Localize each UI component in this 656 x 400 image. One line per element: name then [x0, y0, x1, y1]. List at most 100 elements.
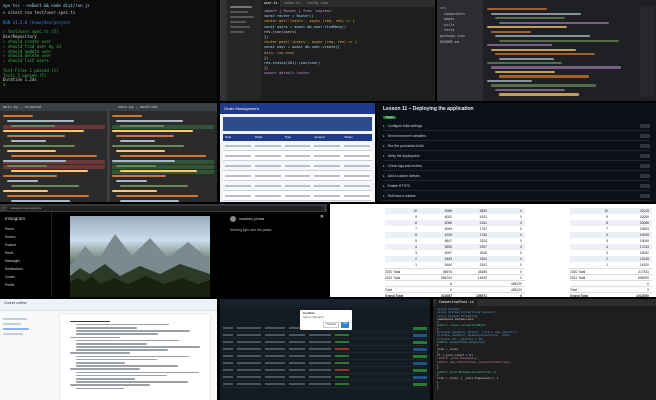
terminal-window: npx tsc --noEmit && node dist/run.js > v…	[0, 0, 217, 101]
app-logo: Instagram	[5, 216, 26, 221]
column-header[interactable]: Amount	[312, 134, 342, 141]
ide-window: src components pages utils tests package.json…	[437, 0, 656, 101]
post-sidebar: mountain_photos Morning light over the p…	[230, 216, 325, 232]
column-header[interactable]: Order	[253, 134, 283, 141]
nav-item-reels[interactable]: Reels	[5, 251, 46, 259]
explorer-panel	[227, 0, 261, 101]
table-row[interactable]	[223, 191, 372, 201]
lesson-action-button[interactable]	[640, 133, 650, 138]
lesson-title: Run the production build	[387, 143, 424, 148]
document-page[interactable]	[60, 314, 210, 400]
total-row: Grand Total 1012000	[570, 292, 652, 297]
table-cell: 0	[520, 263, 522, 267]
table-cell: 2020 Total	[570, 270, 586, 274]
table-cell: 0	[647, 282, 649, 286]
lesson-item[interactable]: ▸ Run the production build	[383, 141, 650, 152]
username[interactable]: mountain_photos	[239, 217, 264, 221]
minimap[interactable]	[640, 6, 654, 97]
close-icon[interactable]: ✕	[320, 214, 324, 221]
code-line: }	[437, 387, 439, 391]
lesson-action-button[interactable]	[640, 123, 650, 128]
nav-item-search[interactable]: Search	[5, 235, 46, 243]
code-area[interactable]: import { Router } from 'express' const ro…	[264, 9, 433, 99]
editor-tab[interactable]: user.ts	[261, 0, 281, 7]
table-cell: 2020 Total	[385, 270, 401, 274]
diff-header: main.py — original main.py — modified	[0, 103, 217, 111]
table-cell: 485120	[510, 282, 522, 286]
lesson-action-button[interactable]	[640, 153, 650, 158]
table-row[interactable]	[223, 181, 372, 191]
total-row: 2020 Total 217511	[570, 268, 652, 274]
ok-button[interactable]: OK	[340, 321, 349, 328]
terminal-command: npx tsc --noEmit && node dist/run.js	[3, 3, 90, 8]
nav-item-messages[interactable]: Messages	[5, 259, 46, 267]
file-tree-item[interactable]: README.md	[440, 40, 480, 46]
pivot-table-left: 10 5066 3653 0 9 6002 5151 0 8 4066 3161 0 7 5064 1757…	[385, 208, 525, 297]
editor-tab[interactable]: index.ts	[281, 0, 303, 7]
browser-toolbar: ‹ instagram.com/p/alpine	[0, 204, 327, 212]
lesson-item[interactable]: ▸ Roll back a release	[383, 191, 650, 202]
table-cell: 217511	[638, 270, 649, 274]
table-row[interactable]	[223, 161, 372, 171]
lesson-item[interactable]: ▸ Add a custom domain	[383, 171, 650, 182]
lesson-action-button[interactable]	[640, 143, 650, 148]
lesson-item[interactable]: ▸ Enable HTTPS	[383, 181, 650, 192]
table-row[interactable]	[223, 141, 372, 151]
lesson-action-button[interactable]	[640, 193, 650, 198]
address-bar[interactable]: instagram.com/p/alpine	[7, 205, 324, 211]
avatar[interactable]	[230, 216, 236, 222]
total-row: Grand Total 214087 155971 0	[385, 292, 525, 297]
lesson-list: ▸ Configure build settings ▸ Set environmen…	[377, 119, 656, 202]
lesson-item[interactable]: ▸ Check logs and metrics	[383, 161, 650, 172]
lesson-action-button[interactable]	[640, 183, 650, 188]
nav-item-home[interactable]: Home	[5, 227, 46, 235]
lesson-action-button[interactable]	[640, 173, 650, 178]
table-cell: 2021 Total	[385, 276, 401, 280]
diff-right-pane[interactable]	[112, 114, 214, 202]
code-line: export default router	[264, 71, 310, 76]
lesson-title: Add a custom domain	[387, 173, 420, 178]
post-image	[70, 216, 210, 297]
table-row[interactable]	[223, 151, 372, 161]
app-header: Order Management	[220, 103, 375, 114]
column-header[interactable]: Status	[342, 134, 372, 141]
table-cell: Total	[385, 288, 392, 292]
table-cell: 6	[450, 282, 452, 286]
lesson-item[interactable]: ▸ Set environment variables	[383, 131, 650, 142]
nav-item-create[interactable]: Create	[5, 275, 46, 283]
nav-item-explore[interactable]: Explore	[5, 243, 46, 251]
table-cell: 5464	[444, 263, 452, 267]
mountain-landscape	[70, 234, 210, 297]
diff-left-pane[interactable]	[3, 114, 105, 202]
nav-item-notifications[interactable]: Notifications	[5, 267, 46, 275]
editor-tab[interactable]: ConnectionPool.cs	[436, 299, 477, 306]
terminal-output: > vitest run test/user.spec.ts RUN v1.2.…	[3, 10, 214, 82]
editor-tab[interactable]: config.json	[303, 0, 331, 7]
code-area[interactable]: using System; using System.Collections.Ge…	[433, 306, 656, 392]
column-header[interactable]: Date	[223, 134, 253, 141]
back-icon[interactable]: ‹	[3, 205, 4, 210]
spreadsheet-window: 10 5066 3653 0 9 6002 5151 0 8 4066 3161 0 7 5064 1757…	[330, 204, 656, 297]
lesson-item[interactable]: ▸ Configure build settings	[383, 121, 650, 132]
play-icon: ▸	[383, 153, 385, 158]
table-cell: 14920	[639, 263, 649, 267]
table-cell: 14692	[477, 276, 487, 280]
cancel-button[interactable]: Cancel	[323, 322, 339, 328]
nav-item-profile[interactable]: Profile	[5, 283, 46, 291]
diff-viewer: main.py — original main.py — modified	[0, 103, 217, 202]
table-row: 1 5464 3161 0	[385, 262, 525, 268]
column-header[interactable]: Type	[283, 134, 313, 141]
caption: Morning light over the peaks	[230, 228, 272, 232]
play-icon: ▸	[383, 173, 385, 178]
lesson-item[interactable]: ▸ Verify the deployment	[383, 151, 650, 162]
activity-bar	[220, 0, 227, 101]
terminal-prompt[interactable]: $	[3, 82, 214, 87]
total-row: 0	[570, 280, 652, 286]
doc-title[interactable]: Course outline	[4, 301, 27, 305]
lesson-action-button[interactable]	[640, 163, 650, 168]
table-row[interactable]	[223, 171, 372, 181]
docs-toolbar: Course outline	[0, 299, 217, 311]
code-area[interactable]	[487, 6, 638, 97]
play-icon: ▸	[383, 133, 385, 138]
table-body	[223, 141, 372, 201]
